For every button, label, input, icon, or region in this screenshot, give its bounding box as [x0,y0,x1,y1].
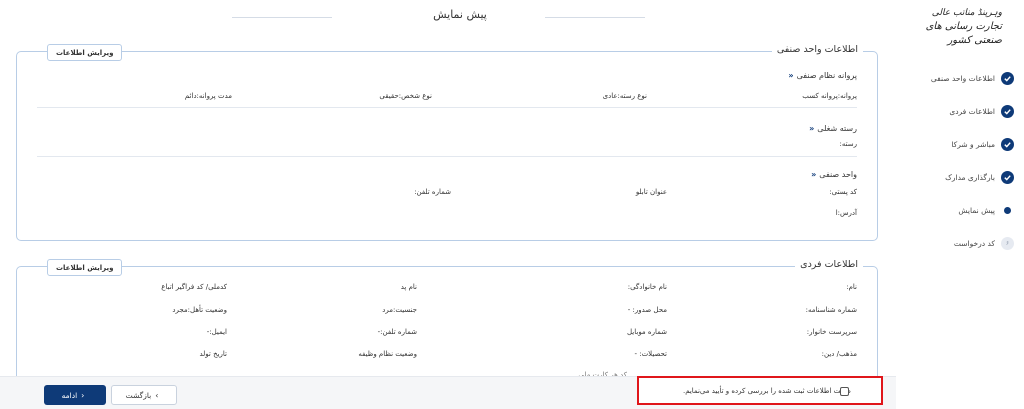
check-icon [1001,171,1014,184]
check-icon [1001,105,1014,118]
confirm-checkbox[interactable] [840,387,849,396]
section-category-title: رسته شغلی« [809,124,857,133]
personal-phone-field: شماره تلفن:- [377,328,417,336]
step-label: بارگذاری مدارک [945,173,995,182]
step-preview[interactable]: پیش نمایش [916,194,1014,227]
postal-code: کد پستی: [829,188,857,196]
page-title: پیش نمایش [433,8,487,21]
back-label: بازگشت [125,390,152,400]
step-label: پیش نمایش [958,206,995,215]
step-label: اطلاعات واحد صنفی [930,74,995,83]
title-divider-left [232,17,332,18]
edit-unit-info-button[interactable]: ویرایش اطلاعات [47,44,123,61]
logo-line-1: وہرینڈ مناتب عالی [931,8,1002,18]
issue-place-field: محل صدور: - [627,306,667,314]
continue-label: ادامه [61,390,78,400]
personal-info-panel: اطلاعات فردی ویرایش اطلاعات نام: نام خان… [16,259,878,386]
section-unit-title: واحد صنفی« [811,170,857,179]
double-chevron-icon: « [811,170,817,179]
license-type: پروانه:پروانه کسب [802,92,857,100]
unit-info-panel: اطلاعات واحد صنفی ویرایش اطلاعات پروانه … [16,44,878,241]
step-request-code: کد درخواست ۶ [916,227,1014,260]
father-name-field: نام پد [400,283,417,291]
confirm-checkbox-row[interactable]: صحت اطلاعات ثبت شده را بررسی کرده و تأیی… [637,376,883,405]
step-unit-info[interactable]: اطلاعات واحد صنفی [916,62,1014,95]
military-field: وضعیت نظام وظیفه [358,350,417,358]
chevron-right-icon: › [81,390,85,400]
sign-title: عنوان تابلو [635,188,667,196]
license-duration: مدت پروانه:دائم [184,92,232,100]
unit-phone: شماره تلفن: [414,188,451,196]
continue-button[interactable]: ادامه › [44,385,106,405]
panel-title: اطلاعات واحد صنفی [771,44,863,55]
double-chevron-icon: « [809,124,815,133]
double-chevron-icon: « [788,71,794,80]
category-type: نوع رسته:عادی [602,92,647,100]
category-field: رسته: [839,140,857,148]
step-personal-info[interactable]: اطلاعات فردی [916,95,1014,128]
email-field: ایمیل:- [206,328,227,336]
section-divider [37,156,857,157]
steps-sidebar: اطلاعات واحد صنفی اطلاعات فردی مباشر و ش… [916,62,1014,260]
step-documents[interactable]: بارگذاری مدارک [916,161,1014,194]
pending-step-icon: ۶ [1001,237,1014,250]
national-code-field: کدملی/ کد فراگیر اتباع [161,283,227,291]
ministry-logo: وہرینڈ مناتب عالی تجارت رسانی های صنعتی … [906,6,1002,48]
gender-field: جنسیت:مرد [382,306,417,314]
chevron-left-icon: ‹ [155,390,159,400]
step-label: مباشر و شرکا [951,140,995,149]
section-divider [37,107,857,108]
panel-title: اطلاعات فردی [795,259,863,270]
edit-personal-info-button[interactable]: ویرایش اطلاعات [47,259,123,276]
step-label: کد درخواست [953,239,995,248]
last-name-field: نام خانوادگی: [627,283,667,291]
religion-field: مذهب/ دین: [821,350,857,358]
id-number-field: شماره شناسنامه: [805,306,857,314]
section-license-title: پروانه نظام صنفی« [788,71,857,80]
name-field: نام: [846,283,857,291]
head-of-family-field: سرپرست خانوار: [806,328,857,336]
birth-date-field: تاریخ تولد [199,350,227,358]
step-label: اطلاعات فردی [949,107,995,116]
unit-address: آدرس:ا [835,209,857,217]
title-divider-right [545,17,645,18]
check-icon [1001,138,1014,151]
person-type: نوع شخص:حقیقی [379,92,432,100]
logo-line-2: تجارت رسانی های صنعتی کشور [925,21,1002,46]
current-dot-icon [1001,204,1014,217]
check-icon [1001,72,1014,85]
marital-field: وضعیت تأهل:مجرد [172,306,227,314]
step-partners[interactable]: مباشر و شرکا [916,128,1014,161]
education-field: تحصیلات: - [634,350,667,358]
back-button[interactable]: بازگشت ‹ [111,385,177,405]
confirm-label: صحت اطلاعات ثبت شده را بررسی کرده و تأیی… [682,386,851,395]
mobile-field: شماره موبایل [626,328,667,336]
